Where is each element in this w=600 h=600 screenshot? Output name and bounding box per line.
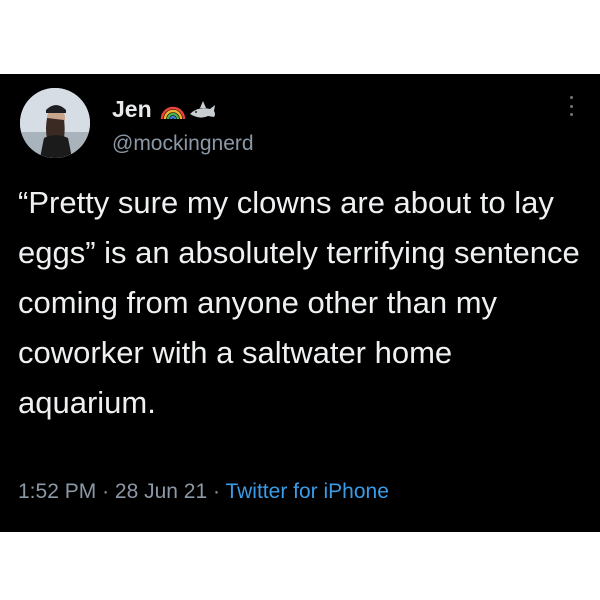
dot xyxy=(569,104,573,108)
display-name[interactable]: Jen xyxy=(112,96,152,123)
dot xyxy=(569,113,573,116)
avatar-image xyxy=(20,88,90,158)
more-options-icon[interactable] xyxy=(568,96,574,116)
handle[interactable]: @mockingnerd xyxy=(112,132,254,156)
dot xyxy=(569,96,573,99)
image-frame: Jen @mockingnerd “Pretty sure my clowns … xyxy=(0,0,600,600)
tweet-meta: 1:52 PM · 28 Jun 21 · Twitter for iPhone xyxy=(18,480,389,504)
author-name-row: Jen xyxy=(112,96,218,123)
shark-icon xyxy=(189,100,215,118)
rainbow-icon xyxy=(160,106,185,119)
meta-separator: · xyxy=(102,480,110,503)
tweet-text: “Pretty sure my clowns are about to lay … xyxy=(18,185,580,420)
tweet-time[interactable]: 1:52 PM xyxy=(18,480,96,503)
tweet-date[interactable]: 28 Jun 21 xyxy=(115,480,207,503)
rainbow-shark-emoji-icon xyxy=(160,100,215,119)
meta-separator: · xyxy=(213,480,220,503)
avatar[interactable] xyxy=(20,88,90,158)
tweet-card: Jen @mockingnerd “Pretty sure my clowns … xyxy=(0,74,600,532)
tweet-source-link[interactable]: Twitter for iPhone xyxy=(225,480,388,503)
